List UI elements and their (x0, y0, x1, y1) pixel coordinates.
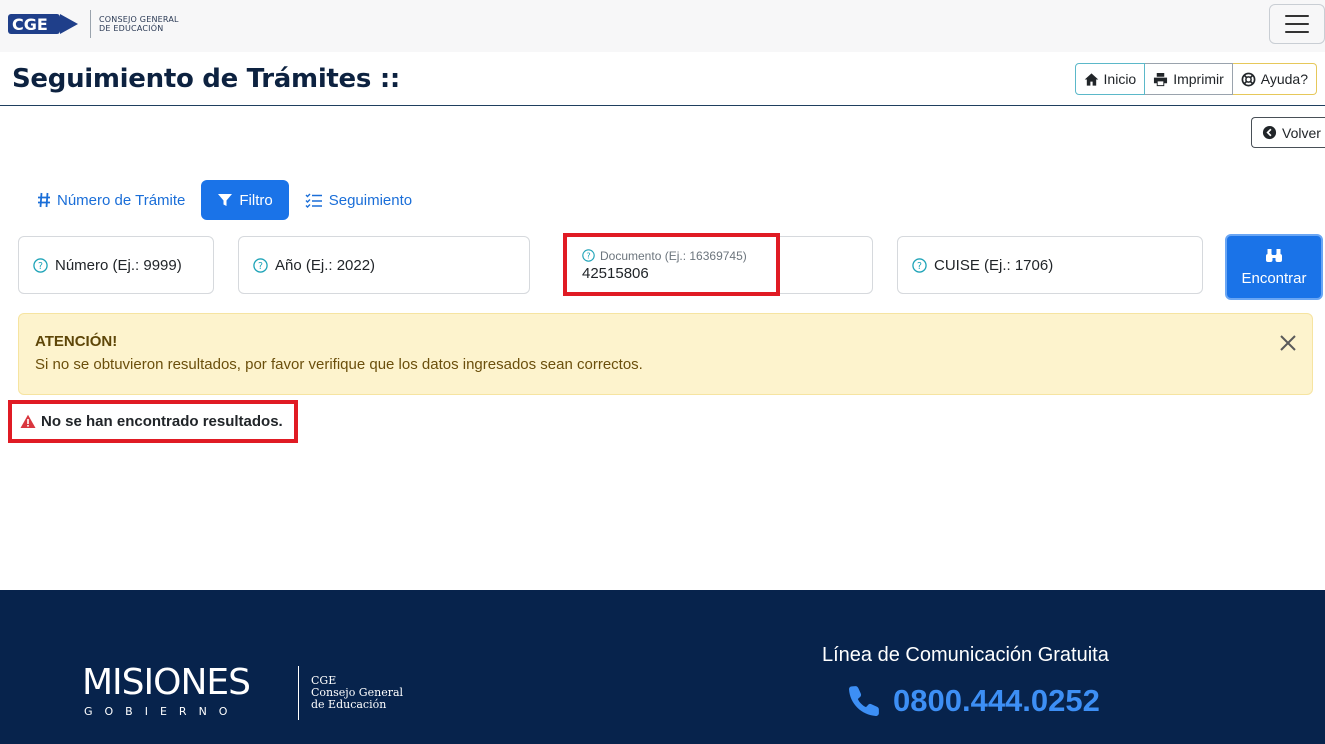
volver-button[interactable]: Volver (1251, 117, 1325, 148)
cuise-input[interactable]: ? CUISE (Ej.: 1706) (897, 236, 1203, 294)
printer-icon (1154, 72, 1168, 86)
tab-filtro[interactable]: Filtro (201, 180, 289, 220)
list-check-icon (305, 193, 322, 208)
back-circle-icon (1262, 125, 1277, 140)
question-circle-icon: ? (253, 257, 268, 273)
phone-icon (849, 686, 879, 716)
title-divider (0, 105, 1325, 106)
search-tabs: Número de Trámite Filtro Seguimiento (27, 180, 422, 220)
alert-title: ATENCIÓN! (35, 333, 118, 350)
anio-input[interactable]: ? Año (Ej.: 2022) (238, 236, 530, 294)
hash-icon (38, 192, 50, 208)
home-icon (1084, 72, 1098, 86)
warning-alert: ATENCIÓN! Si no se obtuvieron resultados… (18, 313, 1313, 395)
misiones-logo: MISIONES GOBIERNO (82, 662, 251, 719)
inicio-button[interactable]: Inicio (1074, 63, 1146, 95)
phone-number[interactable]: 0800.444.0252 (847, 683, 1100, 719)
tab-numero-tramite[interactable]: Número de Trámite (27, 180, 195, 220)
cge-footer-text: CGE Consejo General de Educación (311, 674, 404, 711)
no-results-message: No se han encontrado resultados. (8, 400, 298, 443)
close-icon[interactable] (1278, 333, 1298, 353)
question-circle-icon: ? (912, 257, 927, 273)
svg-text:CGE: CGE (12, 15, 48, 34)
svg-text:?: ? (917, 260, 922, 271)
imprimir-button[interactable]: Imprimir (1145, 63, 1233, 95)
hamburger-icon (1285, 15, 1309, 17)
binoculars-icon (1266, 248, 1282, 262)
footer-divider (298, 666, 299, 720)
logo-text: CONSEJO GENERAL DE EDUCACIÓN (99, 15, 179, 33)
logo-divider (90, 10, 91, 38)
menu-toggle-button[interactable] (1269, 4, 1325, 44)
question-circle-icon: ? (33, 257, 48, 273)
linea-gratuita-title: Línea de Comunicación Gratuita (822, 644, 1109, 666)
numero-input[interactable]: ? Número (Ej.: 9999) (18, 236, 214, 294)
svg-text:?: ? (258, 260, 263, 271)
lifebuoy-icon (1241, 72, 1256, 86)
title-actions: Inicio Imprimir Ayuda? (1074, 63, 1317, 95)
svg-text:?: ? (38, 260, 43, 271)
ayuda-button[interactable]: Ayuda? (1232, 63, 1317, 95)
footer: MISIONES GOBIERNO CGE Consejo General de… (0, 590, 1325, 744)
cge-logo[interactable]: CGE CONSEJO GENERAL DE EDUCACIÓN (8, 10, 179, 38)
tab-seguimiento[interactable]: Seguimiento (295, 180, 422, 220)
top-navbar: CGE CONSEJO GENERAL DE EDUCACIÓN (0, 0, 1325, 52)
page-title: Seguimiento de Trámites :: (12, 64, 401, 94)
filter-icon (218, 194, 233, 206)
documento-highlight-box (563, 233, 780, 296)
encontrar-button[interactable]: Encontrar (1225, 234, 1323, 300)
alert-message: Si no se obtuvieron resultados, por favo… (35, 356, 643, 373)
warning-triangle-icon (20, 414, 36, 428)
cge-logo-mark: CGE (8, 14, 78, 34)
